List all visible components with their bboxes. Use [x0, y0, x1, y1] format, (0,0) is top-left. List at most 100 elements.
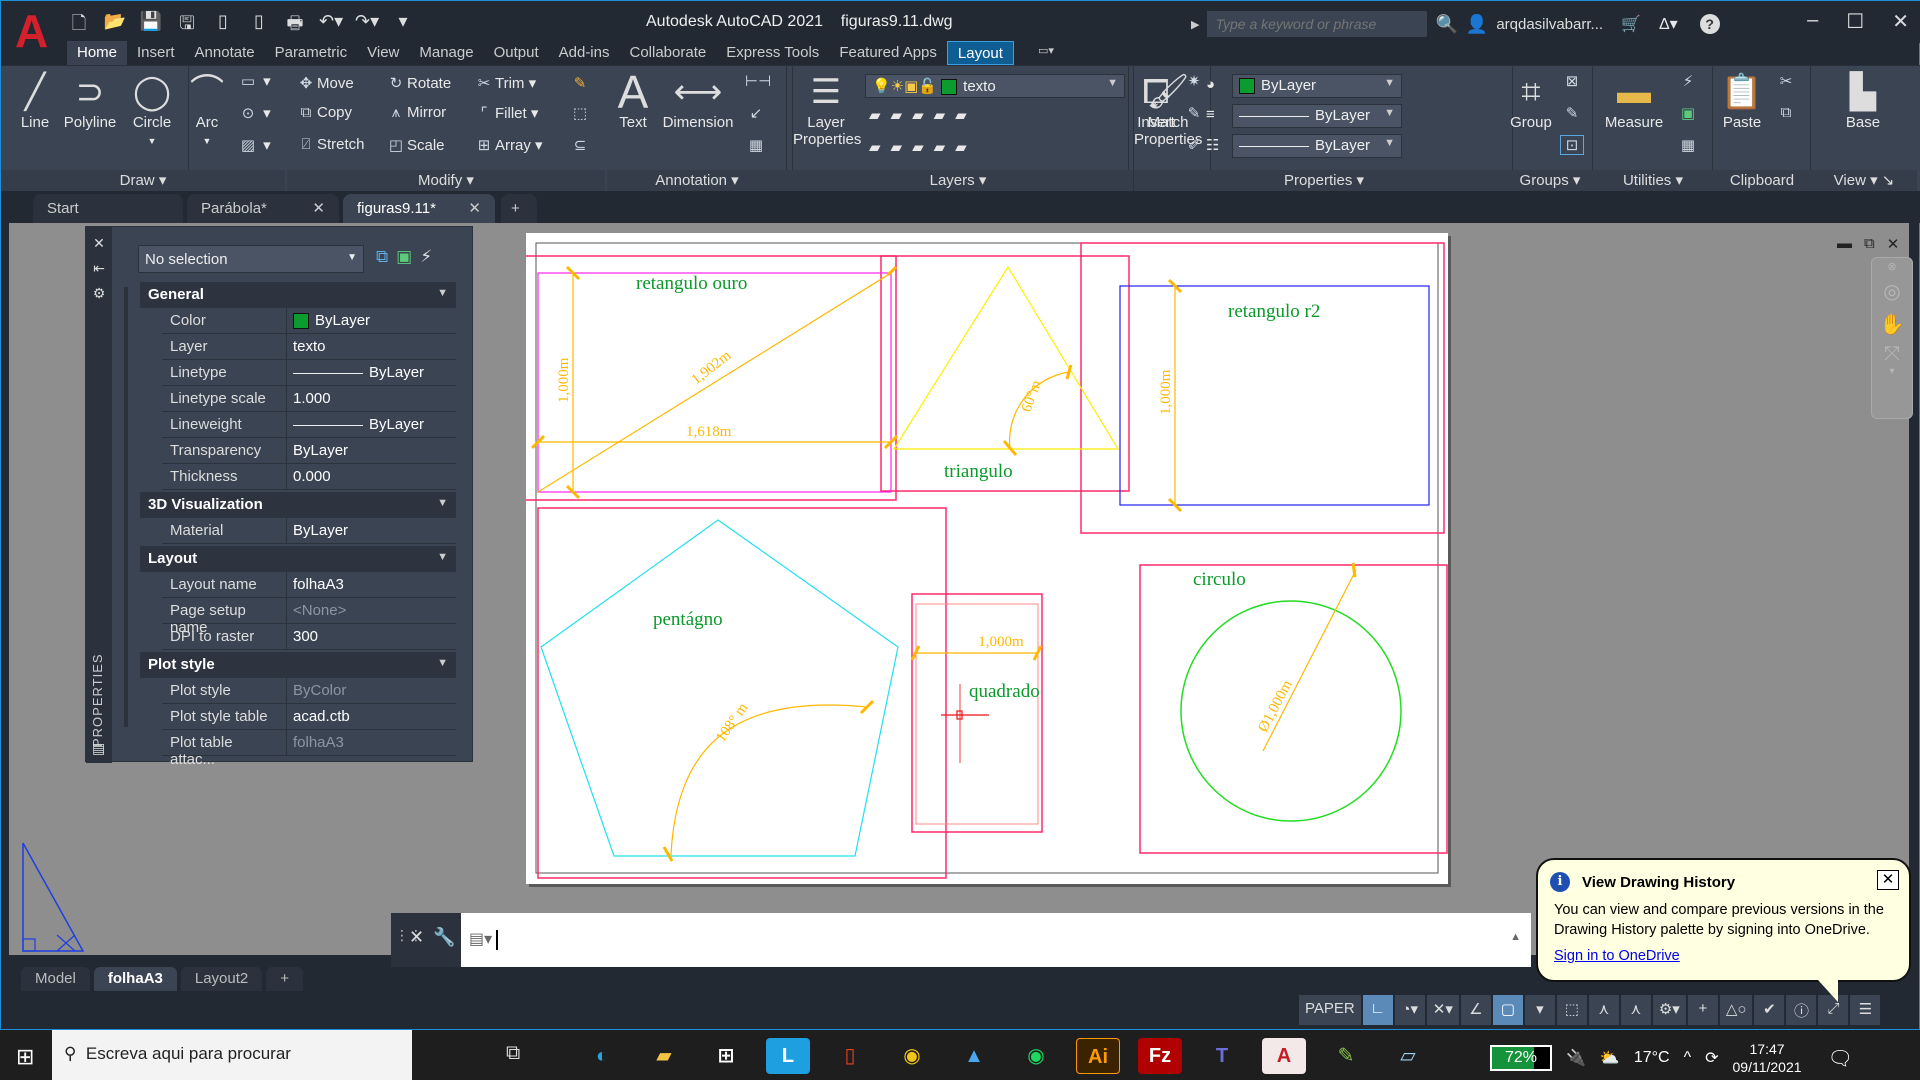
collapse-icon[interactable]: ▼: [437, 551, 448, 563]
property-row[interactable]: Linetype scale 1.000: [162, 386, 456, 412]
illustrator-icon[interactable]: Ai: [1076, 1038, 1120, 1074]
section-plot-style[interactable]: Plot style ▼: [140, 652, 456, 678]
palette-settings-icon[interactable]: ⚙: [86, 285, 112, 302]
erase-button[interactable]: ✎: [569, 74, 591, 92]
ellipse-button[interactable]: ⊙ ▾: [237, 104, 271, 122]
lightshot-icon[interactable]: L: [766, 1038, 810, 1074]
annotation-monitor-icon[interactable]: +: [1687, 995, 1718, 1025]
open-icon[interactable]: 📂: [103, 11, 127, 41]
property-value[interactable]: 1.000: [287, 386, 456, 411]
property-value[interactable]: acad.ctb: [287, 704, 456, 729]
command-history-icon[interactable]: ▤▾: [469, 931, 492, 948]
property-row[interactable]: Layer texto: [162, 334, 456, 360]
property-value[interactable]: <None>: [287, 598, 456, 623]
paper-space-toggle[interactable]: PAPER: [1299, 995, 1361, 1025]
plot-icon[interactable]: 🖶: [283, 11, 307, 41]
expand-icon[interactable]: ▶: [1191, 18, 1199, 31]
tab-insert[interactable]: Insert: [127, 41, 185, 65]
palette-title-strip[interactable]: ✕ ⇤ ⚙ PROPERTIES ▤: [86, 227, 112, 763]
property-row[interactable]: Layout name folhaA3: [162, 572, 456, 598]
close-tab-icon[interactable]: ✕: [312, 199, 325, 217]
file-tab-start[interactable]: Start: [33, 194, 183, 223]
search-input[interactable]: [1207, 11, 1428, 37]
tab-parametric[interactable]: Parametric: [265, 41, 358, 65]
tab-add-ins[interactable]: Add-ins: [549, 41, 620, 65]
customize-icon[interactable]: ▾: [391, 11, 415, 41]
layout-tab-model[interactable]: Model: [21, 967, 90, 991]
property-row[interactable]: Thickness 0.000: [162, 464, 456, 490]
store-icon[interactable]: ⊞: [704, 1038, 748, 1074]
file-explorer-icon[interactable]: ▰: [642, 1038, 686, 1074]
cart-icon[interactable]: 🛒: [1621, 14, 1641, 34]
toggle-pickadd-icon[interactable]: ⧉: [376, 247, 388, 267]
property-row[interactable]: Material ByLayer: [162, 518, 456, 544]
layout-tab-layout2[interactable]: Layout2: [180, 967, 263, 991]
help-icon[interactable]: ?: [1699, 14, 1720, 34]
viewport-restore-icon[interactable]: ⧉: [1864, 235, 1875, 253]
autodesk-app-icon[interactable]: Δ▾: [1659, 14, 1678, 34]
ortho-icon[interactable]: ∟: [1362, 995, 1393, 1025]
linetype-dropdown[interactable]: ByLayer ▼: [1232, 104, 1402, 128]
open-web-icon[interactable]: ▯: [211, 11, 235, 41]
new-tab-button[interactable]: +: [501, 194, 537, 223]
move-button[interactable]: ✥ Move: [295, 74, 354, 92]
close-icon[interactable]: ✕: [1892, 9, 1909, 34]
viewport-close-icon[interactable]: ✕: [1887, 235, 1900, 253]
match-properties-button[interactable]: 🖌 Match Properties: [1134, 70, 1202, 148]
line-button[interactable]: ╱ Line: [15, 70, 55, 131]
tab-collaborate[interactable]: Collaborate: [619, 41, 716, 65]
save-as-icon[interactable]: 🖫: [175, 11, 199, 41]
scale-button[interactable]: ◰ Scale: [385, 136, 445, 154]
search-icon[interactable]: 🔍: [1435, 14, 1457, 35]
select-all-button[interactable]: ▣: [1677, 104, 1699, 122]
circle-button[interactable]: ◯ Circle ▼: [127, 70, 177, 148]
property-value[interactable]: folhaA3: [287, 730, 456, 755]
minimize-icon[interactable]: –: [1807, 9, 1818, 34]
property-row[interactable]: DPI to raster 300: [162, 624, 456, 650]
panel-title-draw[interactable]: Draw ▾: [1, 170, 285, 192]
notepad-plus-icon[interactable]: ✎: [1324, 1038, 1368, 1074]
panel-title-properties[interactable]: Properties ▾: [1134, 170, 1514, 192]
isodraft-icon[interactable]: ✕▾: [1426, 995, 1459, 1025]
customize-wrench-icon[interactable]: 🔧: [433, 927, 455, 948]
annotation-visibility-icon[interactable]: ⋏: [1588, 995, 1619, 1025]
layer-dropdown[interactable]: 💡☀▣🔓 texto ▼: [865, 74, 1125, 98]
stretch-button[interactable]: ⍁ Stretch: [295, 136, 364, 153]
calculator-button[interactable]: ▦: [1677, 136, 1699, 154]
quick-select-icon[interactable]: ⚡: [420, 247, 432, 267]
autocad-logo-icon[interactable]: A: [15, 7, 55, 55]
layer-properties-button[interactable]: ☰ Layer Properties: [793, 70, 861, 148]
rotate-button[interactable]: ↻ Rotate: [385, 74, 452, 92]
fillet-button[interactable]: ⌜ Fillet ▾: [473, 104, 538, 122]
copy-button[interactable]: ⧉ Copy: [295, 104, 352, 121]
save-web-icon[interactable]: ▯: [247, 11, 271, 41]
dimension-button[interactable]: ⟷ Dimension: [659, 70, 737, 131]
table-button[interactable]: ▦: [745, 136, 767, 154]
property-row[interactable]: Plot table attac... folhaA3: [162, 730, 456, 768]
group-button[interactable]: ⌗ Group: [1509, 70, 1553, 131]
command-history-expand-icon[interactable]: ▲: [1510, 931, 1521, 943]
layer-tools-row2[interactable]: ▰▰▰▰▰: [869, 138, 977, 156]
chrome-icon[interactable]: ◉: [890, 1038, 934, 1074]
object-snap-tracking-icon[interactable]: ∠: [1460, 995, 1491, 1025]
drawing-canvas[interactable]: retangulo ouro 1,000m 1,618m 1,902m 60°m…: [526, 233, 1448, 884]
panel-title-groups[interactable]: Groups ▾: [1507, 170, 1593, 192]
office-icon[interactable]: ▯: [828, 1038, 872, 1074]
quick-select-button[interactable]: ⚡: [1677, 72, 1699, 90]
array-button[interactable]: ⊞ Array ▾: [473, 136, 543, 154]
steering-wheel-icon[interactable]: ◎: [1872, 279, 1912, 304]
tab-featured-apps[interactable]: Featured Apps: [829, 41, 947, 65]
text-button[interactable]: A Text: [613, 69, 653, 131]
trim-button[interactable]: ✂ Trim ▾: [473, 74, 536, 92]
layout-paper[interactable]: retangulo ouro 1,000m 1,618m 1,902m 60°m…: [526, 233, 1448, 884]
palette-close-icon[interactable]: ✕: [86, 235, 112, 252]
clock[interactable]: 17:47 09/11/2021: [1733, 1040, 1802, 1076]
viewport-minimize-icon[interactable]: ▬: [1837, 235, 1852, 253]
section-general[interactable]: General ▼: [140, 282, 456, 308]
property-row[interactable]: Transparency ByLayer: [162, 438, 456, 464]
leader-button[interactable]: ↙: [745, 104, 767, 122]
property-value[interactable]: ByLayer: [287, 308, 456, 333]
hatch-button[interactable]: ▨ ▾: [237, 136, 271, 154]
panel-title-annotation[interactable]: Annotation ▾: [607, 170, 787, 192]
cut-button[interactable]: ✂: [1775, 72, 1797, 90]
